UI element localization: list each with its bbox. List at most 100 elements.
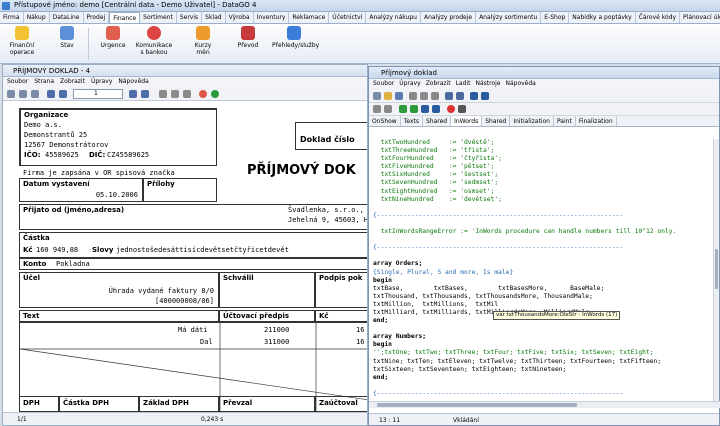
- step-icon[interactable]: [410, 105, 418, 113]
- find-icon[interactable]: [470, 92, 478, 100]
- menu-tab[interactable]: Sklad: [202, 12, 226, 23]
- hscroll-thumb[interactable]: [377, 403, 577, 407]
- preview-menu-item[interactable]: Úpravy: [91, 78, 112, 87]
- editor-menu-item[interactable]: Úpravy: [399, 80, 420, 89]
- editor-tab[interactable]: Shared: [482, 116, 511, 126]
- next-page-icon[interactable]: [129, 90, 137, 98]
- last-page-icon[interactable]: [141, 90, 149, 98]
- menu-tab[interactable]: Prodej: [84, 12, 110, 23]
- code-tooltip: var txtThousandsMore:OleStr - InWords (1…: [493, 311, 621, 320]
- org-name: Demo a.s.: [24, 121, 62, 129]
- vertical-scrollbar[interactable]: [713, 139, 719, 401]
- code-line: txtInWordsRangeError := 'InWords procedu…: [373, 228, 677, 236]
- editor-menu-item[interactable]: Ladit: [456, 80, 471, 89]
- horizontal-scrollbar[interactable]: [369, 401, 720, 408]
- menu-tab[interactable]: Inventury: [254, 12, 290, 23]
- document-page: Organizace Demo a.s. Demonstrantů 25 125…: [3, 102, 367, 412]
- menu-tab[interactable]: Analýzy sortimentu: [476, 12, 542, 23]
- zoom-icon[interactable]: [31, 90, 39, 98]
- redo-icon[interactable]: [456, 92, 464, 100]
- amount-value: 160 949,88: [36, 246, 79, 254]
- editor-menu-item[interactable]: Nápověda: [505, 80, 535, 89]
- prev-page-icon[interactable]: [59, 90, 67, 98]
- record-icon[interactable]: [211, 90, 219, 98]
- menu-tab[interactable]: Plánovací úloh: [680, 12, 720, 23]
- editor-tab[interactable]: OnShow: [369, 116, 401, 126]
- menu-tab[interactable]: Nákup: [24, 12, 50, 23]
- finance-ops-button[interactable]: Finanční operace: [6, 26, 38, 56]
- export-icon[interactable]: [183, 90, 191, 98]
- new-icon[interactable]: [373, 92, 381, 100]
- undo-icon[interactable]: [445, 92, 453, 100]
- menu-tab[interactable]: Servis: [177, 12, 203, 23]
- menu-tab[interactable]: Reklamace: [289, 12, 330, 23]
- rates-button[interactable]: Kurzy měn: [188, 26, 218, 56]
- menu-tab[interactable]: Čárové kódy: [636, 12, 681, 23]
- overviews-button[interactable]: Přehledy/služby: [272, 26, 319, 49]
- menu-tab[interactable]: Nabídky a poptávky: [569, 12, 636, 23]
- doc-number-block: Doklad číslo: [295, 122, 367, 150]
- print-icon[interactable]: [19, 90, 27, 98]
- editor-tab[interactable]: Initialization: [510, 116, 554, 126]
- editor-tab[interactable]: Texts: [401, 116, 423, 126]
- step-into-icon[interactable]: [421, 105, 429, 113]
- preview-menu-item[interactable]: Soubor: [7, 78, 28, 87]
- scroll-thumb[interactable]: [715, 249, 718, 289]
- save-icon[interactable]: [395, 92, 403, 100]
- editor-toolbar-2: [369, 103, 719, 116]
- preview-menu-item[interactable]: Strana: [34, 78, 54, 87]
- code-line: txtSixteen; txtSeventeen; txtEighteen; t…: [373, 365, 567, 373]
- register-text: Firma je zapsána v OR spisová značka: [23, 169, 175, 177]
- editor-tab[interactable]: Paint: [554, 116, 576, 126]
- first-page-icon[interactable]: [47, 90, 55, 98]
- purpose-text-1: Úhrada vydané faktury 8/0: [108, 287, 214, 295]
- preview-menu-item[interactable]: Nápověda: [118, 78, 148, 87]
- save-icon[interactable]: [7, 90, 15, 98]
- org-city: 12567 Demonstrátorov: [24, 141, 109, 149]
- editor-menu-item[interactable]: Soubor: [373, 80, 394, 89]
- menu-tab[interactable]: Analýzy prodeje: [421, 12, 477, 23]
- editor-tab[interactable]: Shared: [423, 116, 452, 126]
- bank-comm-button[interactable]: Komunikace s bankou: [134, 26, 174, 56]
- editor-title: Příjmový doklad: [369, 67, 719, 79]
- menu-tab[interactable]: Analýzy nákupu: [366, 12, 421, 23]
- preview-menu-item[interactable]: Zobrazit: [60, 78, 85, 87]
- page-number-field[interactable]: 1: [73, 89, 123, 99]
- editor-menu-item[interactable]: Nástroje: [475, 80, 500, 89]
- run-icon[interactable]: [399, 105, 407, 113]
- menu-tab[interactable]: Účetnictví: [329, 12, 367, 23]
- code-line: txtNine; txtTen; txtEleven; txtTwelve; t…: [373, 357, 662, 365]
- paste-icon[interactable]: [431, 92, 439, 100]
- cut-icon[interactable]: [409, 92, 417, 100]
- status-button[interactable]: Stav: [54, 26, 80, 49]
- urgence-button[interactable]: Urgence: [98, 26, 128, 49]
- close-icon[interactable]: [199, 90, 207, 98]
- grid-icon[interactable]: [171, 90, 179, 98]
- editor-menu-item[interactable]: Zobrazit: [426, 80, 451, 89]
- menu-tab[interactable]: DataLine: [50, 12, 84, 23]
- open-icon[interactable]: [384, 92, 392, 100]
- menu-tab[interactable]: Výroba: [226, 12, 254, 23]
- copy-icon[interactable]: [420, 92, 428, 100]
- menu-tab[interactable]: Finance: [109, 12, 141, 23]
- transfer-button[interactable]: Převod: [234, 26, 262, 49]
- menu-tab[interactable]: E-Shop: [541, 12, 570, 23]
- replace-icon[interactable]: [481, 92, 489, 100]
- compile-icon[interactable]: [373, 105, 381, 113]
- stop-icon[interactable]: [458, 105, 466, 113]
- menu-tab[interactable]: Firma: [0, 12, 24, 23]
- alert-icon: [106, 26, 120, 40]
- check-icon[interactable]: [384, 105, 392, 113]
- breakpoint-icon[interactable]: [447, 105, 455, 113]
- kc-header-label: Kč: [319, 312, 329, 320]
- step-over-icon[interactable]: [432, 105, 440, 113]
- code-editor[interactable]: txtTwoHundred := 'dvěstě'; txtThreeHundr…: [369, 139, 715, 401]
- fit-icon[interactable]: [159, 90, 167, 98]
- code-line: {---------------------------------------…: [373, 389, 624, 397]
- editor-tab[interactable]: InWords: [451, 116, 483, 126]
- editor-tab[interactable]: Finalization: [576, 116, 617, 126]
- approved-block: Schválil: [219, 272, 315, 308]
- vat-base-label: Základ DPH: [143, 399, 189, 407]
- menu-tab[interactable]: Sortiment: [140, 12, 177, 23]
